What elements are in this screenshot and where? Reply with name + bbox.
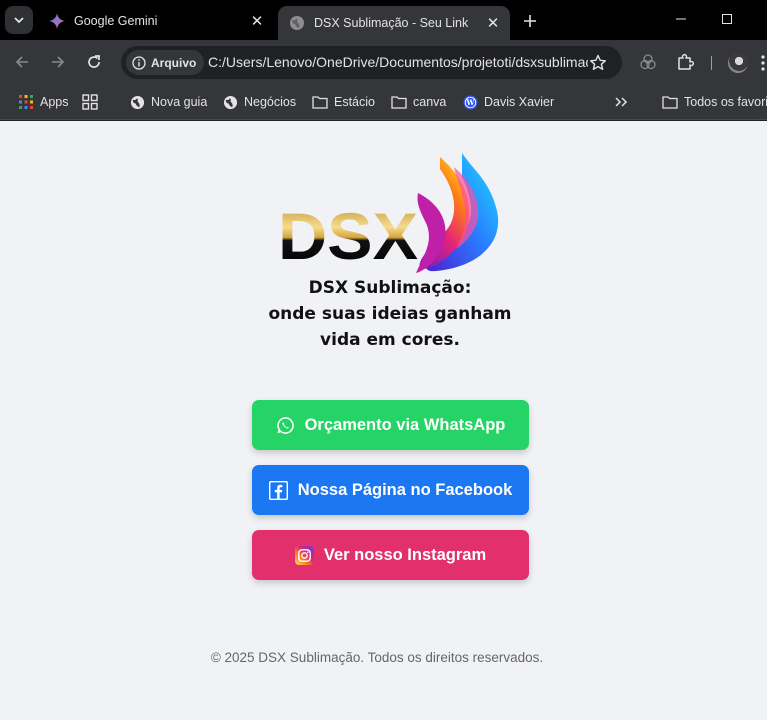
puzzle-icon <box>678 53 694 70</box>
gemini-icon <box>49 12 65 29</box>
tagline-line: DSX Sublimação: <box>308 278 472 298</box>
site-info-label: Arquivo <box>151 55 197 70</box>
bookmark-estacio[interactable]: Estácio <box>312 92 375 112</box>
bookmark-all-bookmarks[interactable]: Todos os favoritos <box>662 92 767 112</box>
labs-button[interactable] <box>636 50 660 74</box>
reload-icon <box>88 55 100 68</box>
tab-search-button[interactable] <box>5 6 33 34</box>
facebook-button-label: Nossa Página no Facebook <box>297 480 513 499</box>
arrow-left-icon <box>15 56 28 68</box>
instagram-icon <box>295 545 315 565</box>
more-menu-icon[interactable] <box>759 54 767 72</box>
wordpress-icon: W <box>462 94 478 110</box>
bookmark-label: Apps <box>40 95 69 109</box>
tab-dsx-sublimacao[interactable]: DSX Sublimação - Seu Link ✕ <box>278 6 510 40</box>
bookmark-label: canva <box>413 95 447 109</box>
arrow-right-icon <box>52 56 65 68</box>
forward-button[interactable] <box>45 49 71 75</box>
plus-icon <box>524 15 536 27</box>
bookmark-nova-guia[interactable]: Nova guia <box>129 92 207 112</box>
page-content: DSX DSX Sublimação: onde suas ideias gan… <box>0 121 767 720</box>
tagline-line: vida em cores. <box>320 330 460 350</box>
instagram-button-label: Ver nosso Instagram <box>323 545 487 564</box>
apps-grid-icon <box>18 94 34 110</box>
bookmark-davis-xavier[interactable]: W Davis Xavier <box>462 92 554 112</box>
close-icon[interactable]: ✕ <box>247 11 267 31</box>
close-icon[interactable]: ✕ <box>483 13 503 33</box>
reload-button[interactable] <box>81 49 107 75</box>
chevron-down-icon <box>14 17 24 24</box>
folder-icon <box>312 94 328 110</box>
tab-title: Google Gemini <box>74 13 158 28</box>
bookmarks-bar: Apps Nova guia Negócios Estácio canva W <box>0 85 767 194</box>
footer-copyright: © 2025 DSX Sublimação. Todos os direitos… <box>210 650 544 665</box>
bookmark-label: Estácio <box>334 95 375 109</box>
tab-groups-icon <box>82 94 98 110</box>
tab-groups-button[interactable] <box>82 92 104 112</box>
minimize-button[interactable] <box>661 4 701 34</box>
window-close-button[interactable] <box>747 4 767 34</box>
globe-icon <box>129 94 145 110</box>
bookmark-label: Todos os favoritos <box>684 95 767 109</box>
folder-icon <box>391 94 407 110</box>
instagram-button[interactable]: Ver nosso Instagram <box>252 530 529 580</box>
profile-avatar[interactable] <box>728 53 748 73</box>
whatsapp-button-label: Orçamento via WhatsApp <box>304 415 506 434</box>
new-tab-button[interactable] <box>518 9 542 33</box>
bookmark-label: Davis Xavier <box>484 95 555 109</box>
facebook-icon <box>269 480 289 500</box>
bookmark-apps[interactable]: Apps <box>18 92 69 112</box>
bookmark-canva[interactable]: canva <box>391 92 446 112</box>
maximize-button[interactable] <box>707 4 747 34</box>
tab-google-gemini[interactable]: Google Gemini ✕ <box>38 5 274 36</box>
double-chevron-right-icon <box>615 97 628 107</box>
maximize-icon <box>722 14 732 24</box>
url-text[interactable]: C:/Users/Lenovo/OneDrive/Documentos/proj… <box>208 54 588 70</box>
toolbar-divider <box>711 56 712 70</box>
info-icon <box>132 55 146 70</box>
bookmark-label: Nova guia <box>151 95 208 109</box>
minimize-icon <box>676 18 686 20</box>
browser-toolbar: Arquivo C:/Users/Lenovo/OneDrive/Documen… <box>0 40 767 85</box>
globe-icon <box>222 94 238 110</box>
logo-text: DSX <box>278 199 418 273</box>
bookmark-star-icon[interactable] <box>588 53 608 73</box>
tab-title: DSX Sublimação - Seu Link <box>314 16 469 30</box>
back-button[interactable] <box>9 49 35 75</box>
bookmarks-overflow-button[interactable] <box>614 92 628 112</box>
tagline: DSX Sublimação: onde suas ideias ganham … <box>190 275 590 353</box>
tab-strip: Google Gemini ✕ DSX Sublimação - Seu Lin… <box>0 0 767 40</box>
whatsapp-button[interactable]: Orçamento via WhatsApp <box>252 400 529 450</box>
labs-icon <box>640 54 656 70</box>
dsx-logo: DSX <box>278 153 499 273</box>
address-bar[interactable]: Arquivo C:/Users/Lenovo/OneDrive/Documen… <box>121 46 622 79</box>
extensions-button[interactable] <box>673 50 697 74</box>
bookmark-label: Negócios <box>244 95 297 109</box>
site-info-chip[interactable]: Arquivo <box>126 50 205 75</box>
svg-text:W: W <box>465 98 474 107</box>
bookmark-negocios[interactable]: Negócios <box>222 92 296 112</box>
tagline-line: onde suas ideias ganham <box>268 304 512 324</box>
whatsapp-icon <box>276 415 296 435</box>
folder-icon <box>662 94 678 110</box>
facebook-button[interactable]: Nossa Página no Facebook <box>252 465 529 515</box>
globe-icon <box>289 15 305 31</box>
